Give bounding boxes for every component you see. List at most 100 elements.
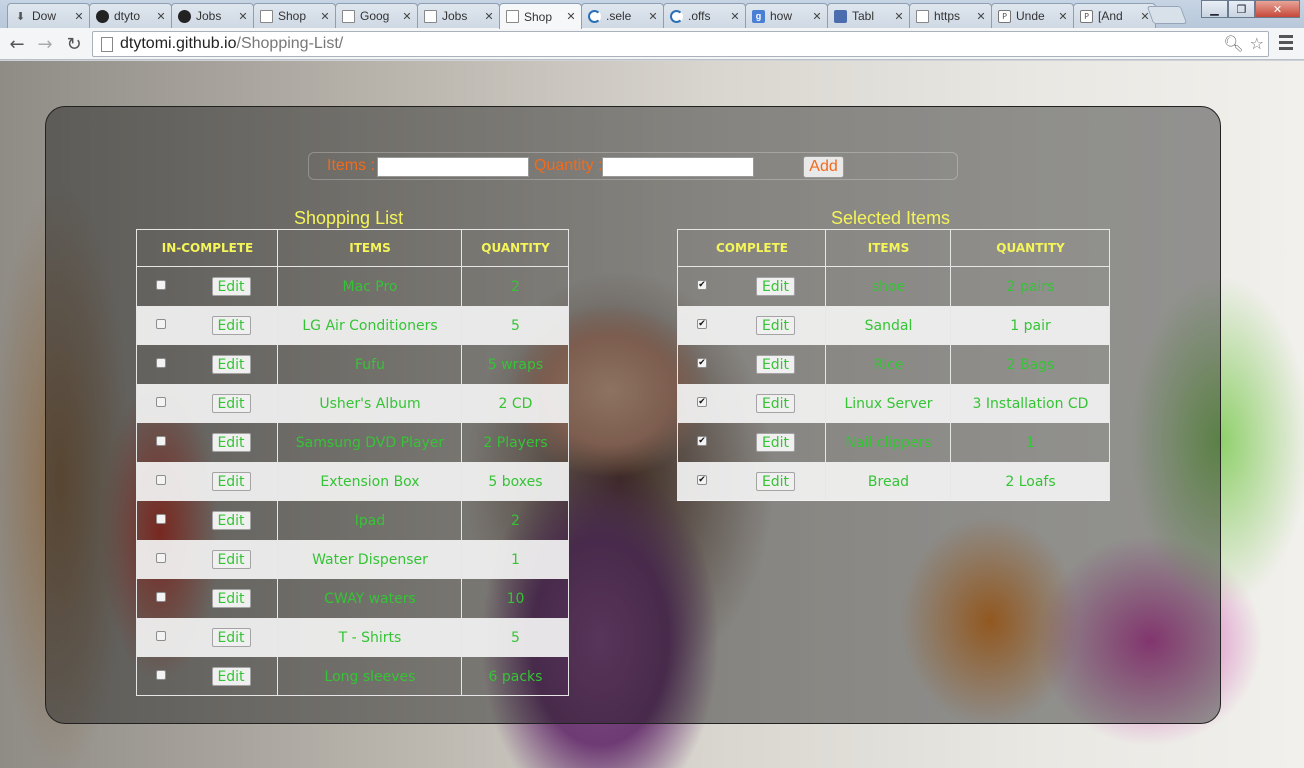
browser-tab[interactable]: Goog ✕ xyxy=(335,3,418,28)
incomplete-checkbox[interactable] xyxy=(156,436,166,446)
tab-close-icon[interactable]: ✕ xyxy=(319,10,331,23)
browser-tab[interactable]: g how ✕ xyxy=(745,3,828,28)
zoom-search-icon[interactable]: 🔍︎ xyxy=(1223,34,1243,53)
edit-button[interactable]: Edit xyxy=(756,472,795,491)
forward-icon[interactable]: → xyxy=(33,32,57,56)
browser-tab[interactable]: dtyto ✕ xyxy=(89,3,172,28)
tab-close-icon[interactable]: ✕ xyxy=(647,10,659,23)
edit-button[interactable]: Edit xyxy=(211,433,251,452)
edit-button[interactable]: Edit xyxy=(211,316,251,335)
browser-tab[interactable]: .offs ✕ xyxy=(663,3,746,28)
edit-button[interactable]: Edit xyxy=(211,628,251,647)
quantity-cell: 2 xyxy=(511,512,520,529)
quantity-cell: 5 wraps xyxy=(487,356,544,373)
page-icon xyxy=(424,9,437,23)
tab-close-icon[interactable]: ✕ xyxy=(975,10,987,23)
url-text: dtytomi.github.io/Shopping-List/ xyxy=(120,35,343,53)
tab-label: dtyto xyxy=(114,9,141,23)
items-input[interactable] xyxy=(377,157,529,177)
browser-tab[interactable]: Shop ✕ xyxy=(499,3,582,29)
google-icon: g xyxy=(752,9,765,23)
tab-close-icon[interactable]: ✕ xyxy=(73,10,85,23)
edit-button[interactable]: Edit xyxy=(756,277,795,296)
incomplete-checkbox[interactable] xyxy=(156,319,166,329)
incomplete-checkbox[interactable] xyxy=(156,592,166,602)
tab-close-icon[interactable]: ✕ xyxy=(811,10,823,23)
complete-checkbox[interactable]: ✔ xyxy=(697,397,707,407)
incomplete-checkbox[interactable] xyxy=(156,397,166,407)
column-header: ITEMS xyxy=(349,241,391,255)
download-icon: ⬇ xyxy=(15,9,26,23)
address-bar[interactable]: dtytomi.github.io/Shopping-List/ 🔍︎ ☆ xyxy=(92,31,1269,57)
edit-button[interactable]: Edit xyxy=(211,589,251,608)
incomplete-checkbox[interactable] xyxy=(156,631,166,641)
browser-tab[interactable]: Tabl ✕ xyxy=(827,3,910,28)
quantity-cell: 2 Loafs xyxy=(1005,473,1056,490)
browser-tab[interactable]: .sele ✕ xyxy=(581,3,664,28)
item-name-cell: CWAY waters xyxy=(324,590,416,607)
minimize-icon[interactable]: ▁ xyxy=(1201,0,1228,18)
tab-label: Jobs xyxy=(442,9,468,23)
browser-tab[interactable]: P Unde ✕ xyxy=(991,3,1074,28)
browser-tab[interactable]: Jobs ✕ xyxy=(171,3,254,28)
item-name-cell: Long sleeves xyxy=(324,668,416,685)
add-button[interactable]: Add xyxy=(803,156,844,178)
tab-close-icon[interactable]: ✕ xyxy=(401,10,413,23)
complete-checkbox[interactable]: ✔ xyxy=(697,358,707,368)
github-icon xyxy=(178,9,191,23)
tab-close-icon[interactable]: ✕ xyxy=(729,10,741,23)
back-icon[interactable]: ← xyxy=(5,32,29,56)
browser-tab[interactable]: Shop ✕ xyxy=(253,3,336,28)
complete-checkbox[interactable]: ✔ xyxy=(697,436,707,446)
browser-tab[interactable]: https ✕ xyxy=(909,3,992,28)
table-row: ✔ Edit Sandal 1 pair xyxy=(678,306,1109,345)
table-row: Edit Extension Box 5 boxes xyxy=(137,462,568,501)
edit-button[interactable]: Edit xyxy=(211,355,251,374)
browser-tab[interactable]: Jobs ✕ xyxy=(417,3,500,28)
tab-close-icon[interactable]: ✕ xyxy=(893,10,905,23)
bookmark-star-icon[interactable]: ☆ xyxy=(1250,34,1264,53)
table-row: Edit Ipad 2 xyxy=(137,501,568,540)
incomplete-checkbox[interactable] xyxy=(156,475,166,485)
complete-checkbox[interactable]: ✔ xyxy=(697,475,707,485)
reload-icon[interactable]: ↻ xyxy=(62,32,86,56)
edit-button[interactable]: Edit xyxy=(211,550,251,569)
browser-tab[interactable]: P [And ✕ xyxy=(1073,3,1156,28)
window-close-icon[interactable]: ✕ xyxy=(1255,0,1300,18)
incomplete-checkbox[interactable] xyxy=(156,670,166,680)
table-row: ✔ Edit Bread 2 Loafs xyxy=(678,462,1109,501)
complete-checkbox[interactable]: ✔ xyxy=(697,280,707,290)
quantity-input[interactable] xyxy=(602,157,754,177)
edit-button[interactable]: Edit xyxy=(756,394,795,413)
tab-close-icon[interactable]: ✕ xyxy=(1057,10,1069,23)
tab-close-icon[interactable]: ✕ xyxy=(237,10,249,23)
item-name-cell: Rice xyxy=(873,356,904,373)
new-tab-button[interactable] xyxy=(1146,6,1188,24)
shopping-list-table: IN-COMPLETE ITEMS QUANTITY Edit Mac Pro 2 Edit… xyxy=(136,229,569,696)
chrome-menu-icon[interactable] xyxy=(1279,35,1293,53)
page-viewport: Items : Quantity : Add Shopping List Sel… xyxy=(0,61,1304,768)
edit-button[interactable]: Edit xyxy=(211,394,251,413)
tab-close-icon[interactable]: ✕ xyxy=(565,10,577,23)
tab-close-icon[interactable]: ✕ xyxy=(155,10,167,23)
edit-button[interactable]: Edit xyxy=(211,277,251,296)
table-row: ✔ Edit shoe 2 pairs xyxy=(678,267,1109,306)
incomplete-checkbox[interactable] xyxy=(156,280,166,290)
page-icon xyxy=(342,9,355,23)
incomplete-checkbox[interactable] xyxy=(156,514,166,524)
restore-icon[interactable]: ❐ xyxy=(1228,0,1255,18)
edit-button[interactable]: Edit xyxy=(756,316,795,335)
browser-tab[interactable]: ⬇ Dow ✕ xyxy=(7,3,90,28)
tab-label: Dow xyxy=(32,9,57,23)
edit-button[interactable]: Edit xyxy=(211,667,251,686)
edit-button[interactable]: Edit xyxy=(756,355,795,374)
edit-button[interactable]: Edit xyxy=(211,472,251,491)
edit-button[interactable]: Edit xyxy=(211,511,251,530)
edit-button[interactable]: Edit xyxy=(756,433,795,452)
quantity-label: Quantity : xyxy=(534,157,603,174)
tab-close-icon[interactable]: ✕ xyxy=(483,10,495,23)
incomplete-checkbox[interactable] xyxy=(156,358,166,368)
incomplete-checkbox[interactable] xyxy=(156,553,166,563)
column-divider xyxy=(950,230,951,500)
complete-checkbox[interactable]: ✔ xyxy=(697,319,707,329)
